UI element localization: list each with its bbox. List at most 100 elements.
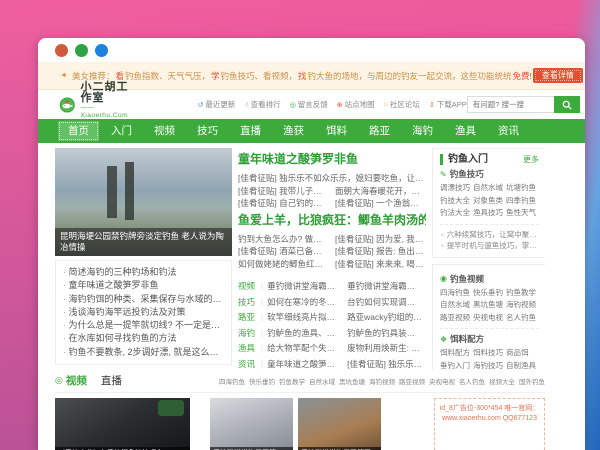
category-label-sea[interactable]: 海钓 xyxy=(238,326,257,342)
sidebar-link[interactable]: 路亚视频 xyxy=(440,312,473,325)
list-item[interactable]: 浅谈海钓海竿远投钓法及对策 xyxy=(63,306,224,319)
search-button[interactable] xyxy=(554,96,580,113)
tab-live[interactable]: 直播 xyxy=(101,373,122,388)
nav-item-bait[interactable]: 饵料 xyxy=(316,121,357,141)
window-maximize-button[interactable] xyxy=(95,44,108,57)
list-item[interactable]: 童年味道之酸笋罗非鱼 xyxy=(63,279,224,292)
nav-item-catch[interactable]: 渔获 xyxy=(273,121,314,141)
sidebar-link[interactable]: 钓鱼教学 xyxy=(506,287,539,300)
sidebar-article-link[interactable]: 提竿时机与遛鱼技巧，掌握好了才轻松 xyxy=(440,240,539,252)
sidebar-link[interactable]: 商品饵 xyxy=(506,347,539,360)
nav-item-tackle[interactable]: 渔具 xyxy=(445,121,486,141)
sidebar-link[interactable]: 四季钓鱼 xyxy=(506,195,539,208)
news-link[interactable]: [佳肴征贴] 一个渔翁一钓钩... xyxy=(335,197,426,210)
news-link[interactable]: 钓到大鱼怎么办? 做个酸菜... xyxy=(238,233,329,246)
channel-link[interactable]: 名人钓鱼 xyxy=(459,376,485,386)
link-download-app[interactable]: ⇩下载APP xyxy=(429,99,467,110)
notice-detail-button[interactable]: 查看详情 xyxy=(533,68,583,83)
feature-image[interactable]: 昆明海埂公园禁钓牌旁淡定钓鱼 老人说为陶冶情操 xyxy=(55,148,232,256)
news-link[interactable]: 如何做姥姥的鲫鱼红枣汤... xyxy=(238,258,329,271)
search-input[interactable] xyxy=(467,96,554,113)
channel-link[interactable]: 钓鱼教学 xyxy=(279,376,305,386)
link-forum[interactable]: ⌂社区论坛 xyxy=(384,99,420,110)
list-item[interactable]: 海钓钓饵的种类、采集保存与水域的运用 xyxy=(63,293,224,306)
news-link[interactable]: 钓鲈鱼的渔具、饵料... xyxy=(267,326,343,342)
window-minimize-button[interactable] xyxy=(75,44,88,57)
sidebar-link[interactable]: 自然水域 xyxy=(473,182,506,195)
more-link[interactable]: 更多 xyxy=(523,154,539,165)
category-label-lure[interactable]: 路亚 xyxy=(238,310,257,326)
sidebar-link[interactable]: 饵料配方 xyxy=(440,347,473,360)
sidebar-link[interactable]: 央视电视 xyxy=(473,312,506,325)
link-rankings[interactable]: ☝查看排行 xyxy=(244,99,280,110)
news-link[interactable]: [佳肴征贴] 报告: 鱼出锅了... xyxy=(335,245,426,258)
channel-link[interactable]: 快乐垂钓 xyxy=(249,376,275,386)
video-card[interactable]: 《垂钓宝典》冬季钓鲫鱼的技巧 [... xyxy=(55,398,190,450)
list-item[interactable]: 钓鱼不要教条, 2步调好漂, 就是这么简单 xyxy=(63,346,224,359)
nav-item-home[interactable]: 首页 xyxy=(58,121,99,141)
news-link[interactable]: [佳肴征贴] 来来来, 喝完这... xyxy=(335,258,426,271)
link-sitemap[interactable]: ⊕站点地图 xyxy=(337,99,375,110)
channel-link[interactable]: 视频大全 xyxy=(489,376,515,386)
list-item[interactable]: 在水库如何寻找钓鱼的方法 xyxy=(63,332,224,345)
news-link[interactable]: [佳肴征贴] 我带儿子入坑之... xyxy=(238,185,329,198)
channel-link[interactable]: 自然水域 xyxy=(309,376,335,386)
sidebar-link[interactable]: 对象鱼类 xyxy=(473,195,506,208)
sidebar-article-link[interactable]: 六种续窝技巧，让窝中聚满鱼 xyxy=(440,229,539,241)
news-headline-2[interactable]: 鱼爱上羊，比狼疯狂：鲫鱼羊肉汤的做法 xyxy=(238,213,426,228)
nav-item-live[interactable]: 直播 xyxy=(230,121,271,141)
news-link[interactable]: [佳肴征贴] 独乐乐不如众乐乐，媳妇要吃鱼，让她尝尝新厨艺 xyxy=(238,172,426,185)
news-link[interactable]: [佳肴征贴] 酒菜已备好, 快... xyxy=(238,245,329,258)
news-link[interactable]: [佳肴征贴] 自己钓的鱼，就... xyxy=(238,197,329,210)
category-label-tackle[interactable]: 渔具 xyxy=(238,341,257,357)
news-link[interactable]: 钓鲈鱼的钓具装备选用... xyxy=(347,326,423,342)
news-link[interactable]: 童年味道之酸笋罗非鱼 xyxy=(267,357,343,371)
link-recent-updates[interactable]: ↺最近更新 xyxy=(198,99,236,110)
list-item[interactable]: 简述海钓的三种钓场和钓法 xyxy=(63,266,224,279)
news-link[interactable]: 面朝大海春暖花开，最爱家... xyxy=(335,185,426,198)
sidebar-link[interactable]: 钓法大全 xyxy=(440,207,473,220)
news-link[interactable]: 垂钓微讲堂海霸王第五... xyxy=(267,279,343,295)
list-item[interactable]: 为什么总是一提竿就切线? 不一定是鱼线 xyxy=(63,319,224,332)
category-label-video[interactable]: 视频 xyxy=(238,279,257,295)
news-link[interactable]: 如何在寒冷的冬天里钓... xyxy=(267,295,343,311)
sidebar-link[interactable]: 海钓视频 xyxy=(506,299,539,312)
sidebar-link[interactable]: 快乐垂钓 xyxy=(473,287,506,300)
tab-video[interactable]: ◎ 视频 xyxy=(55,373,87,388)
news-link[interactable]: [佳肴征贴] 独乐乐不如... xyxy=(347,357,423,371)
sidebar-link[interactable]: 自然水域 xyxy=(440,299,473,312)
news-link[interactable]: 路亚wacky钓组的配置... xyxy=(347,310,423,326)
sidebar-link[interactable]: 坑塘钓鱼 xyxy=(506,182,539,195)
sidebar-link[interactable]: 调漂技巧 xyxy=(440,182,473,195)
channel-link[interactable]: 海钓视频 xyxy=(369,376,395,386)
sidebar-link[interactable]: 自制渔具 xyxy=(506,360,539,371)
channel-link[interactable]: 国外钓鱼 xyxy=(519,376,545,386)
channel-link[interactable]: 路亚视频 xyxy=(399,376,425,386)
nav-item-news[interactable]: 资讯 xyxy=(488,121,529,141)
category-label-skills[interactable]: 技巧 xyxy=(238,295,257,311)
news-headline-1[interactable]: 童年味道之酸笋罗非鱼 xyxy=(238,152,426,167)
sidebar-link[interactable]: 钓技大全 xyxy=(440,195,473,208)
video-card[interactable]: 垂钓微讲堂海霸王第五期 千... xyxy=(210,398,293,450)
nav-item-beginner[interactable]: 入门 xyxy=(101,121,142,141)
video-card[interactable]: 垂钓微讲堂海霸王第四期 特... xyxy=(298,398,381,450)
nav-item-video[interactable]: 视频 xyxy=(144,121,185,141)
sidebar-link[interactable]: 海钓技巧 xyxy=(473,360,506,371)
news-link[interactable]: 给大物竿配个失手环!... xyxy=(267,341,343,357)
nav-item-sea[interactable]: 海钓 xyxy=(402,121,443,141)
channel-link[interactable]: 四海钓鱼 xyxy=(219,376,245,386)
sidebar-link[interactable]: 饵料技巧 xyxy=(473,347,506,360)
news-link[interactable]: [佳肴征贴] 因为爱, 我为家... xyxy=(335,233,426,246)
sidebar-link[interactable]: 名人钓鱼 xyxy=(506,312,539,325)
category-label-news[interactable]: 资讯 xyxy=(238,357,257,371)
sidebar-link[interactable]: 四海钓鱼 xyxy=(440,287,473,300)
sidebar-link[interactable]: 黑坑鱼塘 xyxy=(473,299,506,312)
link-feedback[interactable]: ◎留言反馈 xyxy=(290,99,328,110)
sidebar-link[interactable]: 鱼性天气 xyxy=(506,207,539,220)
channel-link[interactable]: 央视电视 xyxy=(429,376,455,386)
news-link[interactable]: 台钓如何实现调四钓二... xyxy=(347,295,423,311)
nav-item-lure[interactable]: 路亚 xyxy=(359,121,400,141)
news-link[interactable]: 废物利用焕新生: 小编... xyxy=(347,341,423,357)
ad-placeholder[interactable]: id_8广告位-300*454 唯一官网： www.xiaoerhu.com Q… xyxy=(434,398,545,450)
nav-item-skills[interactable]: 技巧 xyxy=(187,121,228,141)
